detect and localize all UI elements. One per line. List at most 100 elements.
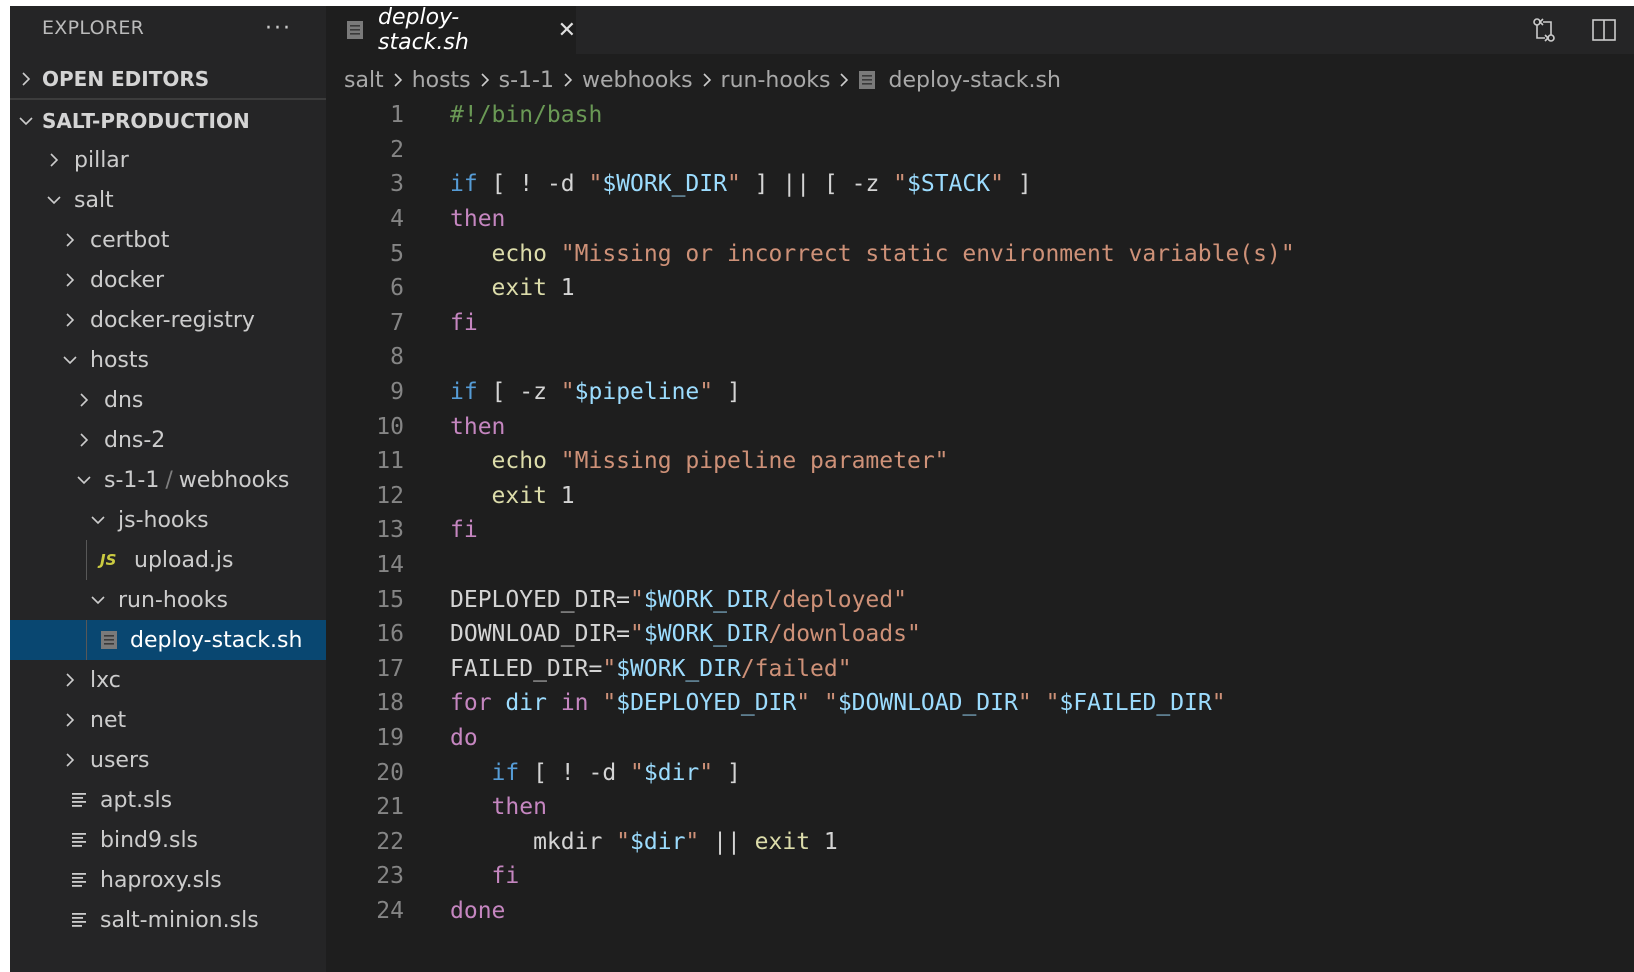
code-token: #!/bin/bash xyxy=(450,102,603,129)
tree-item-upload-js[interactable]: JS upload.js xyxy=(10,540,326,580)
tree-item-net[interactable]: net xyxy=(10,700,326,740)
line-content: echo "Missing pipeline parameter" xyxy=(450,448,949,474)
open-editors-section[interactable]: OPEN EDITORS xyxy=(10,60,326,100)
code-token: $FAILED_DIR xyxy=(1059,690,1212,717)
code-token: [ ! -d xyxy=(477,171,589,198)
tree-item-label: salt xyxy=(74,187,114,213)
tree-item-js-hooks[interactable]: js-hooks xyxy=(10,500,326,540)
code-line: 21 then xyxy=(326,790,1634,825)
code-line: 17 FAILED_DIR="$WORK_DIR/failed" xyxy=(326,652,1634,687)
tab-deploy-stack[interactable]: deploy-stack.sh ✕ xyxy=(326,6,576,55)
code-line: 3 if [ ! -d "$WORK_DIR" ] || [ -z "$STACK… xyxy=(326,167,1634,202)
indent-guide xyxy=(86,540,87,580)
tree-item-docker[interactable]: docker xyxy=(10,260,326,300)
breadcrumb-item[interactable]: hosts xyxy=(412,68,471,93)
code-token: mkdir xyxy=(450,828,617,855)
code-line: 7 fi xyxy=(326,306,1634,341)
code-token: fi xyxy=(450,309,478,336)
tree-item-label: pillar xyxy=(74,147,129,173)
code-token: " xyxy=(823,690,838,717)
tree-item-docker-registry[interactable]: docker-registry xyxy=(10,300,326,340)
code-token: then xyxy=(491,794,547,821)
breadcrumb-item[interactable]: salt xyxy=(344,68,384,93)
line-content: fi xyxy=(450,863,520,890)
tree-item-users[interactable]: users xyxy=(10,740,326,780)
tree-item-label: dns xyxy=(104,387,144,413)
line-content: DOWNLOAD_DIR="$WORK_DIR/downloads" xyxy=(450,621,921,647)
breadcrumb-item[interactable]: webhooks xyxy=(582,68,693,93)
tree-item-apt-sls[interactable]: apt.sls xyxy=(10,780,326,820)
open-changes-button[interactable] xyxy=(1528,14,1560,46)
code-token: " xyxy=(1211,690,1226,717)
tree-item-label: bind9.sls xyxy=(100,827,199,853)
shell-file-icon xyxy=(100,630,118,650)
code-line: 15 DEPLOYED_DIR="$WORK_DIR/deployed" xyxy=(326,582,1634,617)
tree-item-certbot[interactable]: certbot xyxy=(10,220,326,260)
vscode-window: EXPLORER ··· OPEN EDITORS SALT-PRODUCTIO… xyxy=(10,6,1634,972)
code-token: " xyxy=(699,379,714,406)
tree-item-hosts[interactable]: hosts xyxy=(10,340,326,380)
tree-item-lxc[interactable]: lxc xyxy=(10,660,326,700)
code-token: if xyxy=(450,379,478,406)
code-token: $WORK_DIR xyxy=(616,655,741,682)
tree-item-run-hooks[interactable]: run-hooks xyxy=(10,580,326,620)
tree-item-deploy-stack-sh[interactable]: deploy-stack.sh xyxy=(10,620,326,660)
tree-item-haproxy-sls[interactable]: haproxy.sls xyxy=(10,860,326,900)
breadcrumb-item[interactable]: run-hooks xyxy=(721,68,831,93)
tab-bar: deploy-stack.sh ✕ xyxy=(326,6,1634,55)
code-token: echo xyxy=(491,448,547,475)
chevron-right-icon xyxy=(72,432,96,448)
code-token: exit xyxy=(754,828,811,855)
tree-item-pillar[interactable]: pillar xyxy=(10,140,326,180)
sls-file-icon xyxy=(70,831,88,849)
breadcrumb-item[interactable]: s-1-1 xyxy=(499,68,554,93)
code-token: /downloads" xyxy=(768,621,921,648)
tree-item-salt[interactable]: salt xyxy=(10,180,326,220)
split-editor-button[interactable] xyxy=(1588,14,1620,46)
line-number: 8 xyxy=(390,344,404,371)
close-icon[interactable]: ✕ xyxy=(558,18,576,43)
chevron-down-icon xyxy=(58,354,82,366)
line-number: 3 xyxy=(390,171,404,198)
line-number: 23 xyxy=(376,863,404,890)
tree-item-dns-2[interactable]: dns-2 xyxy=(10,420,326,460)
code-token: ] || [ -z xyxy=(740,171,894,198)
line-number: 21 xyxy=(376,794,404,821)
editor-actions xyxy=(1528,14,1620,46)
tree-item-label: webhooks xyxy=(178,467,290,493)
line-content: FAILED_DIR="$WORK_DIR/failed" xyxy=(450,656,852,682)
code-token: fi xyxy=(491,863,520,890)
line-content: do xyxy=(450,725,478,751)
code-token: [ ! -d xyxy=(519,759,631,786)
breadcrumb: salt hosts s-1-1 webhooks run-hooks deploy-st… xyxy=(344,62,1061,98)
tree-item-salt-minion-sls[interactable]: salt-minion.sls xyxy=(10,900,326,940)
code-line: 23 fi xyxy=(326,859,1634,894)
breadcrumb-item[interactable]: deploy-stack.sh xyxy=(888,68,1060,93)
more-actions-button[interactable]: ··· xyxy=(265,16,292,41)
line-number: 19 xyxy=(376,724,404,751)
line-content: mkdir "$dir" || exit 1 xyxy=(450,829,838,855)
tree-item-s-1-1[interactable]: s-1-1/webhooks xyxy=(10,460,326,500)
code-token: "Missing pipeline parameter" xyxy=(560,448,949,475)
line-number: 18 xyxy=(376,690,404,717)
tree-item-bind9-sls[interactable]: bind9.sls xyxy=(10,820,326,860)
workspace-section[interactable]: SALT-PRODUCTION xyxy=(10,102,326,140)
code-token: " xyxy=(602,690,617,717)
code-token: do xyxy=(450,724,478,751)
code-token: 1 xyxy=(546,275,575,302)
tree-item-label: js-hooks xyxy=(118,507,209,533)
chevron-down-icon xyxy=(42,194,66,206)
code-token: FAILED_DIR= xyxy=(450,655,603,682)
code-editor[interactable]: 1 #!/bin/bash 2 3 if [ ! -d " $WORK_DIR " ] ||… xyxy=(326,98,1634,928)
code-token: for xyxy=(450,690,492,717)
tree-item-dns[interactable]: dns xyxy=(10,380,326,420)
chevron-right-icon xyxy=(58,712,82,728)
tree-item-label: net xyxy=(90,707,127,733)
